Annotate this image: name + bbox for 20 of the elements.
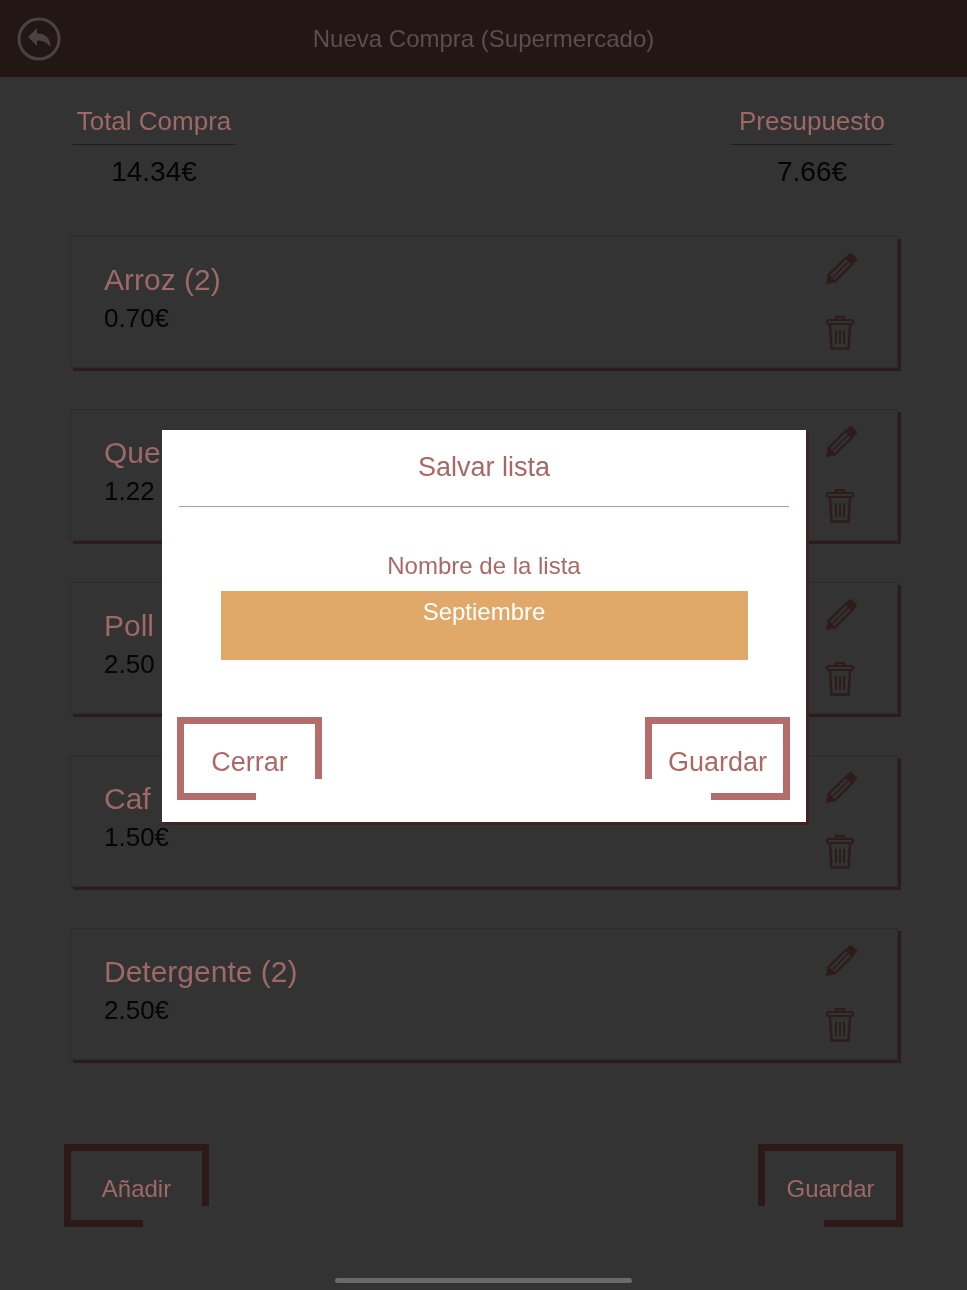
dialog-button[interactable]: Cerrar bbox=[177, 717, 322, 800]
item-name: Detergente (2) bbox=[104, 954, 298, 990]
total-label: Presupuesto bbox=[739, 105, 885, 138]
item-name: Caf bbox=[104, 781, 151, 817]
dialog-button[interactable]: Guardar bbox=[645, 717, 790, 800]
item-name: Arroz (2) bbox=[104, 262, 221, 298]
field-label: Nombre de la lista bbox=[387, 551, 581, 581]
dialog-title: Salvar lista bbox=[417, 451, 550, 484]
trash-icon[interactable] bbox=[825, 1007, 855, 1043]
item-name: Que bbox=[104, 435, 161, 471]
footer-button[interactable]: Añadir bbox=[64, 1144, 209, 1227]
trash-icon[interactable] bbox=[825, 661, 855, 697]
trash-icon[interactable] bbox=[825, 315, 855, 351]
trash-icon[interactable] bbox=[825, 488, 855, 524]
list-name-field[interactable]: Septiembre bbox=[220, 591, 748, 660]
total-label: Total Compra bbox=[76, 105, 232, 138]
trash-icon[interactable] bbox=[825, 834, 855, 870]
item-name: Poll bbox=[104, 608, 155, 644]
footer-button[interactable]: Guardar bbox=[758, 1144, 903, 1227]
header-title: Nueva Compra (Supermercado) bbox=[312, 23, 655, 54]
